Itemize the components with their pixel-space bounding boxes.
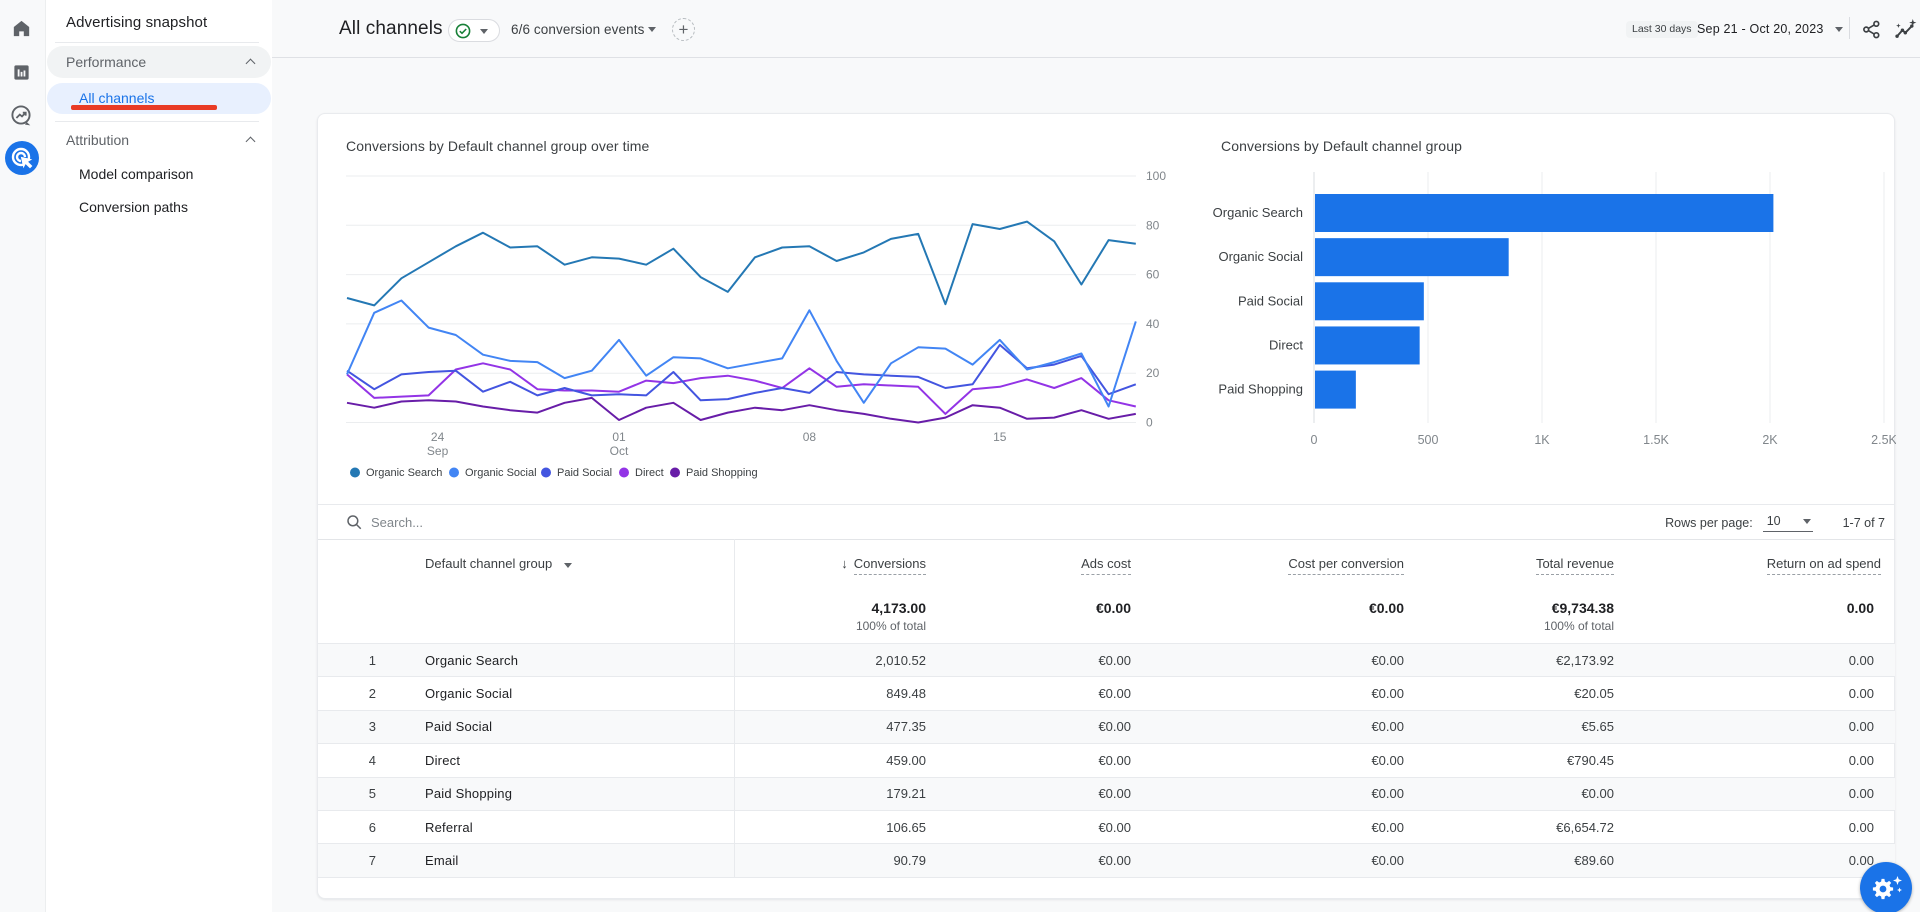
svg-text:20: 20 (1146, 366, 1160, 380)
svg-text:1K: 1K (1534, 433, 1550, 447)
svg-text:Organic Search: Organic Search (1213, 205, 1303, 220)
svg-text:Paid Social: Paid Social (1238, 293, 1303, 308)
svg-text:60: 60 (1146, 268, 1160, 282)
svg-text:0: 0 (1311, 433, 1318, 447)
svg-text:24: 24 (431, 430, 445, 444)
svg-text:Direct: Direct (1269, 337, 1303, 352)
svg-text:Organic Social: Organic Social (465, 467, 537, 479)
svg-text:Paid Shopping: Paid Shopping (1218, 382, 1303, 397)
svg-text:Oct: Oct (610, 444, 629, 458)
svg-text:0: 0 (1146, 416, 1153, 430)
svg-text:2.5K: 2.5K (1871, 433, 1896, 447)
svg-text:Paid Shopping: Paid Shopping (686, 467, 758, 479)
svg-text:01: 01 (612, 430, 626, 444)
svg-text:08: 08 (803, 430, 817, 444)
svg-text:Direct: Direct (635, 467, 664, 479)
svg-text:500: 500 (1418, 433, 1439, 447)
svg-text:Organic Social: Organic Social (1218, 249, 1303, 264)
svg-text:40: 40 (1146, 317, 1160, 331)
svg-text:1.5K: 1.5K (1643, 433, 1669, 447)
svg-text:100: 100 (1146, 169, 1166, 183)
svg-text:2K: 2K (1762, 433, 1778, 447)
svg-text:Paid Social: Paid Social (557, 467, 612, 479)
svg-text:Sep: Sep (427, 444, 449, 458)
svg-text:15: 15 (993, 430, 1007, 444)
svg-text:80: 80 (1146, 218, 1160, 232)
svg-text:Organic Search: Organic Search (366, 467, 442, 479)
